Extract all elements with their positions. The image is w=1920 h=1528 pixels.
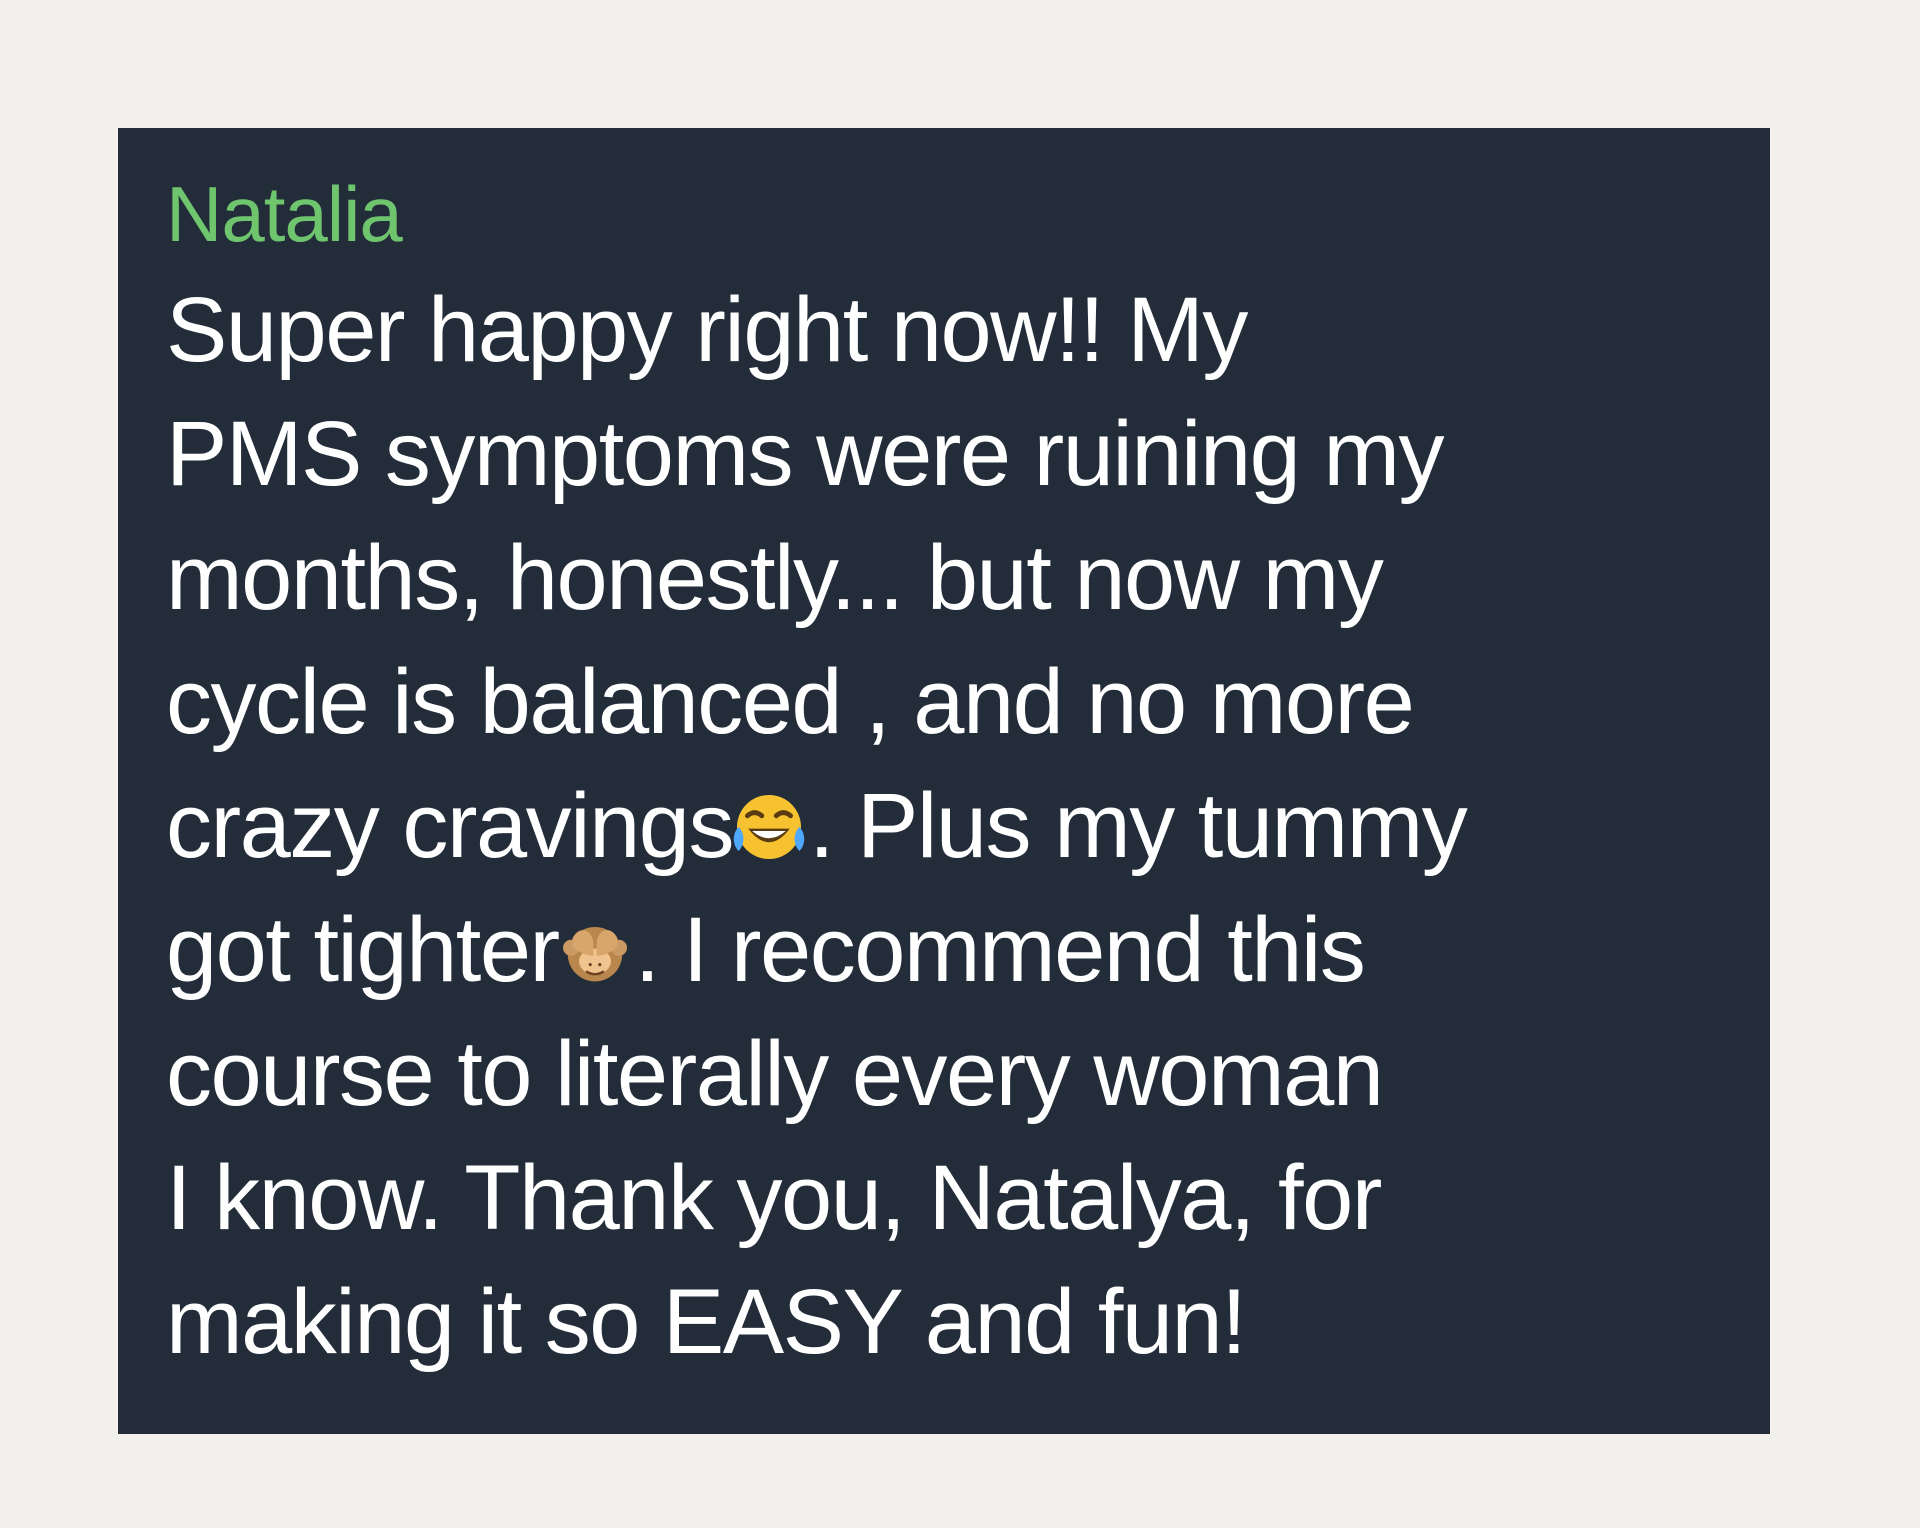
message-line: making it so EASY and fun! xyxy=(166,1271,1247,1373)
message-line: I know. Thank you, Natalya, for xyxy=(166,1147,1382,1249)
message-fragment: . I recommend this xyxy=(634,899,1366,1001)
message-line: got tighter . I recommend this xyxy=(166,888,1730,1012)
message-line: cycle is balanced , and no more xyxy=(166,651,1415,753)
see-no-evil-monkey-icon xyxy=(555,911,635,991)
message-line: PMS symptoms were ruining my xyxy=(166,403,1445,505)
message-line: months, honestly... but now my xyxy=(166,527,1384,629)
message-bubble[interactable]: Natalia Super happy right now!! My PMS s… xyxy=(118,128,1770,1434)
message-line: course to literally every woman xyxy=(166,1023,1384,1125)
message-line: Super happy right now!! My xyxy=(166,279,1248,381)
sender-name[interactable]: Natalia xyxy=(166,164,1730,264)
message-fragment: got tighter xyxy=(166,899,560,1001)
message-fragment: crazy cravings xyxy=(166,775,734,877)
face-with-tears-of-joy-icon xyxy=(729,787,809,867)
message-fragment: . Plus my tummy xyxy=(808,775,1468,877)
message-text: Super happy right now!! My PMS symptoms … xyxy=(166,268,1730,1384)
message-line: crazy cravings . Plus my tummy xyxy=(166,764,1730,888)
